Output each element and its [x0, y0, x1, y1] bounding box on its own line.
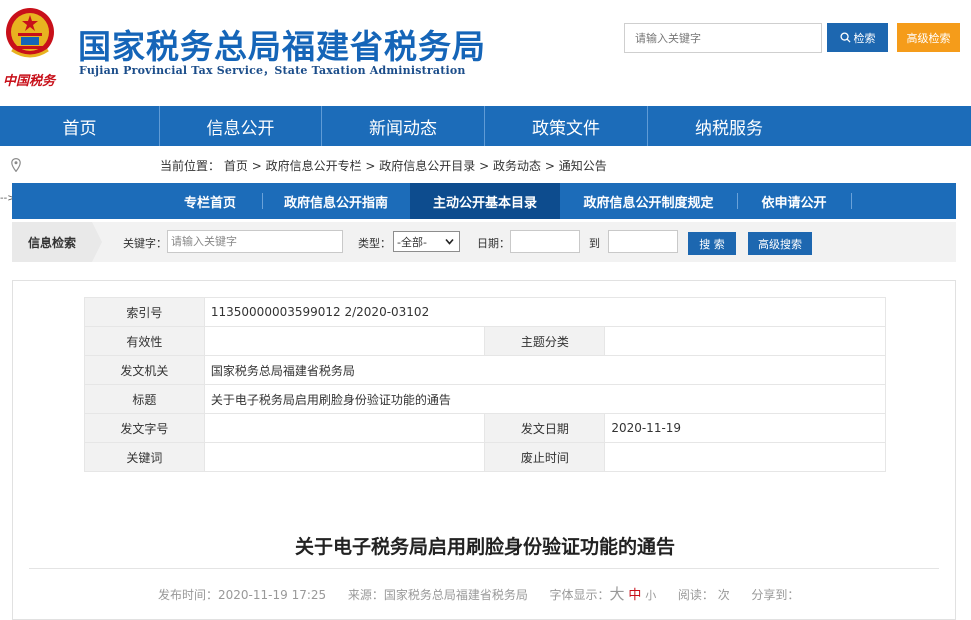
tab-disclosure-rules[interactable]: 政府信息公开制度规定 [561, 183, 736, 219]
share-label[interactable]: 分享到： [751, 588, 799, 602]
reads-label: 阅读： [677, 588, 714, 602]
breadcrumb-trail: 当前位置： 首页 > 政府信息公开专栏 > 政府信息公开目录 > 政务动态 > … [160, 157, 607, 174]
font-size-small-link[interactable]: 小 [645, 589, 656, 602]
breadcrumb-item-notices[interactable]: 通知公告 [559, 159, 607, 173]
topic-value [604, 326, 886, 356]
table-row: 索引号 11350000003599012 2/2020-03102 [84, 297, 887, 327]
tax-emblem-icon [6, 8, 54, 58]
table-row: 关键词 废止时间 [84, 442, 886, 472]
date-to-label: 到 [589, 237, 600, 250]
topic-label: 主题分类 [484, 326, 606, 356]
main-nav: 首页 信息公开 新闻动态 政策文件 纳税服务 [0, 106, 971, 146]
tab-basic-catalog[interactable]: 主动公开基本目录 [410, 183, 560, 219]
type-label: 类型： [358, 237, 391, 250]
keywords-label: 关键词 [84, 442, 205, 472]
font-size-medium-link[interactable]: 中 [628, 588, 641, 603]
breadcrumb-item-gov-affairs[interactable]: 政务动态 [493, 159, 541, 173]
validity-value [203, 326, 486, 356]
validity-label: 有效性 [84, 326, 205, 356]
table-row: 发文字号 发文日期 2020-11-19 [84, 413, 886, 443]
site-subtitle: Fujian Provincial Tax Service，State Taxa… [79, 64, 466, 77]
brand-script-logo: 中国税务 [3, 74, 56, 89]
info-search-title-arrow [92, 222, 102, 262]
type-select[interactable]: -全部- [393, 231, 460, 252]
source-label: 来源： [347, 588, 384, 602]
main-nav-item-info-public[interactable]: 信息公开 [160, 106, 322, 146]
breadcrumb-separator: > [479, 159, 493, 173]
header-search-button[interactable]: 检索 [827, 23, 888, 52]
header-advanced-search-button[interactable]: 高级检索 [897, 23, 960, 52]
header-advanced-search-label: 高级检索 [906, 31, 951, 45]
document-metadata-table: 索引号 11350000003599012 2/2020-03102 有效性 主… [84, 297, 887, 472]
issuer-label: 发文机关 [84, 355, 205, 385]
issue-date-label: 发文日期 [484, 413, 606, 443]
index-value: 11350000003599012 2/2020-03102 [203, 297, 887, 327]
font-size-large-link[interactable]: 大 [610, 585, 625, 603]
expiry-label: 废止时间 [484, 442, 606, 472]
tab-on-request[interactable]: 依申请公开 [738, 183, 850, 219]
issue-date-value: 2020-11-19 [604, 413, 886, 443]
breadcrumb-separator: > [251, 159, 266, 173]
title-label: 标题 [84, 384, 205, 414]
main-nav-item-news[interactable]: 新闻动态 [322, 106, 485, 146]
chevron-down-icon [445, 238, 454, 245]
filter-search-label: 搜 索 [699, 237, 725, 251]
header-search-label: 检索 [853, 31, 876, 45]
tab-divider [851, 193, 852, 209]
date-from-input[interactable] [510, 230, 580, 253]
tab-column-home[interactable]: 专栏首页 [160, 183, 260, 219]
breadcrumb: 当前位置： 首页 > 政府信息公开专栏 > 政府信息公开目录 > 政务动态 > … [0, 152, 971, 178]
sub-nav: 专栏首页 政府信息公开指南 主动公开基本目录 政府信息公开制度规定 依申请公开 [12, 183, 956, 219]
breadcrumb-prefix: 当前位置： [160, 159, 221, 173]
breadcrumb-item-gov-info-catalog[interactable]: 政府信息公开目录 [379, 159, 475, 173]
type-select-value: -全部- [397, 235, 427, 249]
header-search-input[interactable] [624, 23, 822, 53]
info-search-bar: 信息检索 关键字： 类型： -全部- 日期： 到 搜 索 高级搜索 [12, 222, 956, 262]
title-value: 关于电子税务局启用刷脸身份验证功能的通告 [203, 384, 887, 414]
table-row: 标题 关于电子税务局启用刷脸身份验证功能的通告 [84, 384, 887, 414]
publish-time-label: 发布时间： [158, 588, 219, 602]
breadcrumb-item-home[interactable]: 首页 [224, 159, 248, 173]
docno-label: 发文字号 [84, 413, 205, 443]
main-nav-item-tax-service[interactable]: 纳税服务 [648, 106, 810, 146]
keywords-value [203, 442, 486, 472]
keyword-label: 关键字： [123, 237, 167, 250]
font-size-label: 字体显示： [549, 588, 610, 602]
filter-advanced-search-label: 高级搜索 [758, 237, 802, 251]
expiry-value [604, 442, 886, 472]
publish-time-value: 2020-11-19 17:25 [218, 588, 327, 602]
breadcrumb-separator: > [544, 159, 559, 173]
index-label: 索引号 [84, 297, 205, 327]
article-meta: 发布时间：2020-11-19 17:25 来源：国家税务总局福建省税务局 字体… [158, 583, 799, 604]
location-pin-icon [11, 158, 21, 172]
filter-advanced-search-button[interactable]: 高级搜索 [748, 232, 812, 255]
info-search-title: 信息检索 [12, 222, 92, 262]
source-value: 国家税务总局福建省税务局 [383, 588, 528, 602]
date-to-input[interactable] [608, 230, 678, 253]
table-row: 发文机关 国家税务总局福建省税务局 [84, 355, 887, 385]
keyword-input[interactable] [167, 230, 343, 253]
site-header: 中国税务 国家税务总局福建省税务局 Fujian Provincial Tax … [0, 0, 971, 106]
main-nav-item-policy[interactable]: 政策文件 [485, 106, 648, 146]
search-icon [839, 32, 851, 43]
tab-disclosure-guide[interactable]: 政府信息公开指南 [263, 183, 409, 219]
article-title: 关于电子税务局启用刷脸身份验证功能的通告 [294, 536, 675, 558]
main-nav-item-home[interactable]: 首页 [0, 106, 160, 146]
reads-suffix: 次 [717, 588, 730, 602]
content-panel: 索引号 11350000003599012 2/2020-03102 有效性 主… [12, 280, 956, 620]
issuer-value: 国家税务总局福建省税务局 [203, 355, 887, 385]
docno-value [203, 413, 486, 443]
breadcrumb-item-gov-info-column[interactable]: 政府信息公开专栏 [266, 159, 362, 173]
filter-search-button[interactable]: 搜 索 [688, 232, 736, 255]
breadcrumb-separator: > [365, 159, 380, 173]
site-title: 国家税务总局福建省税务局 [78, 27, 486, 66]
date-label: 日期： [477, 237, 510, 250]
table-row: 有效性 主题分类 [84, 326, 886, 356]
title-divider [29, 568, 939, 569]
